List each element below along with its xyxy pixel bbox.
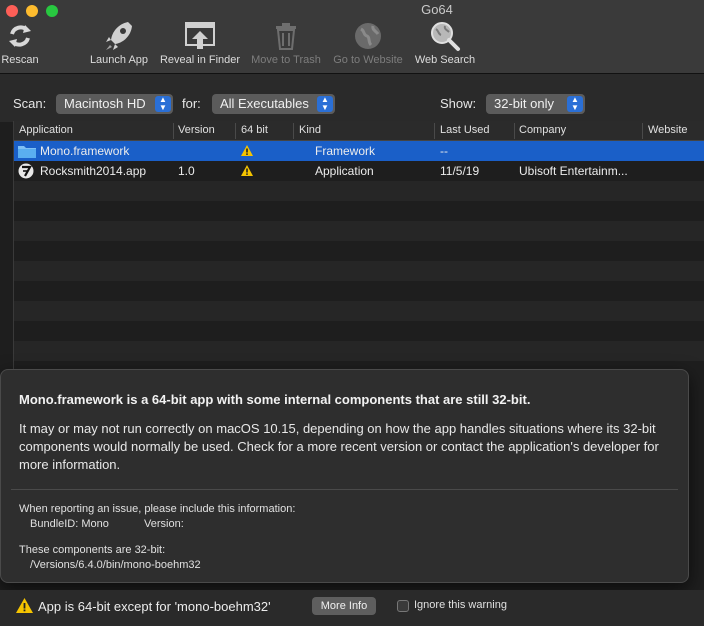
results-table: Application Version 64 bit Kind Last Use…: [13, 121, 704, 381]
warning-icon: [241, 165, 253, 176]
empty-row: [14, 301, 704, 321]
status-message: App is 64-bit except for 'mono-boehm32': [38, 599, 271, 614]
table-row[interactable]: Rocksmith2014.app 1.0 Application 11/5/1…: [14, 161, 704, 181]
scan-label: Scan:: [13, 96, 47, 111]
app-kind: Framework: [315, 144, 376, 158]
report-heading: When reporting an issue, please include …: [19, 503, 296, 515]
column-header-kind[interactable]: Kind: [299, 124, 321, 136]
components-heading: These components are 32-bit:: [19, 544, 166, 556]
move-to-trash-label: Move to Trash: [251, 54, 321, 66]
column-header-application[interactable]: Application: [19, 124, 73, 136]
show-filter-select[interactable]: 32-bit only ▲ ▼: [486, 94, 585, 114]
app-kind: Application: [315, 164, 374, 178]
column-header-company[interactable]: Company: [519, 124, 566, 136]
reveal-in-finder-button[interactable]: Reveal in Finder: [158, 20, 242, 66]
app-version: 1.0: [178, 164, 195, 178]
empty-row: [14, 221, 704, 241]
column-header-64bit[interactable]: 64 bit: [241, 124, 268, 136]
empty-row: [14, 201, 704, 221]
rescan-label: Rescan: [1, 54, 39, 66]
rocksmith-app-icon: [18, 163, 34, 179]
component-path: /Versions/6.4.0/bin/mono-boehm32: [30, 559, 201, 571]
show-filter-value: 32-bit only: [494, 96, 554, 111]
trash-icon: [266, 20, 306, 52]
scan-options-bar: Scan: Macintosh HD ▲ ▼ for: All Executabl…: [0, 74, 704, 122]
table-body: Mono.framework Framework -- Rocksmith201…: [14, 141, 704, 381]
empty-row: [14, 241, 704, 261]
empty-row: [14, 281, 704, 301]
web-search-label: Web Search: [414, 54, 476, 66]
popover-divider: [11, 489, 678, 490]
reveal-finder-icon: [180, 20, 220, 52]
window-toolbar: Go64 Rescan Launch App Reveal in Finder …: [0, 0, 704, 74]
app-company: Ubisoft Entertainm...: [519, 164, 628, 178]
chevron-updown-icon: ▲ ▼: [567, 96, 583, 112]
chevron-updown-icon: ▲ ▼: [317, 96, 333, 112]
scan-volume-select[interactable]: Macintosh HD ▲ ▼: [56, 94, 173, 114]
empty-row: [14, 341, 704, 361]
table-header: Application Version 64 bit Kind Last Use…: [14, 121, 704, 141]
window-title: Go64: [421, 2, 453, 17]
launch-app-label: Launch App: [89, 54, 149, 66]
launch-app-button[interactable]: Launch App: [86, 20, 152, 66]
executable-type-value: All Executables: [220, 96, 309, 111]
reveal-in-finder-label: Reveal in Finder: [159, 54, 241, 66]
refresh-icon: [0, 20, 40, 52]
table-row[interactable]: Mono.framework Framework --: [14, 141, 704, 161]
ignore-warning-checkbox[interactable]: [397, 600, 409, 612]
bundle-id: BundleID: Mono: [30, 518, 109, 530]
column-header-website[interactable]: Website: [648, 124, 688, 136]
app-name: Rocksmith2014.app: [40, 164, 147, 178]
warning-icon: [241, 145, 253, 156]
globe-icon: [348, 20, 388, 52]
rocket-icon: [99, 20, 139, 52]
magnifier-globe-icon: [425, 20, 465, 52]
chevron-updown-icon: ▲ ▼: [155, 96, 171, 112]
popover-title: Mono.framework is a 64-bit app with some…: [19, 392, 531, 407]
popover-description: It may or may not run correctly on macOS…: [19, 421, 659, 472]
empty-row: [14, 181, 704, 201]
go-to-website-label: Go to Website: [333, 54, 403, 66]
rescan-button[interactable]: Rescan: [0, 20, 40, 66]
folder-icon: [18, 146, 36, 158]
version-label: Version:: [144, 518, 184, 530]
column-header-version[interactable]: Version: [178, 124, 215, 136]
app-last-used: 11/5/19: [440, 164, 480, 178]
web-search-button[interactable]: Web Search: [412, 20, 478, 66]
move-to-trash-button[interactable]: Move to Trash: [248, 20, 324, 66]
app-name: Mono.framework: [40, 144, 130, 158]
for-label: for:: [182, 96, 201, 111]
empty-row: [14, 321, 704, 341]
empty-row: [14, 261, 704, 281]
executable-type-select[interactable]: All Executables ▲ ▼: [212, 94, 335, 114]
column-header-last-used[interactable]: Last Used: [440, 124, 490, 136]
info-popover: Mono.framework is a 64-bit app with some…: [0, 369, 689, 583]
go-to-website-button[interactable]: Go to Website: [330, 20, 406, 66]
show-label: Show:: [440, 96, 477, 111]
status-bar: App is 64-bit except for 'mono-boehm32' …: [0, 590, 704, 626]
app-last-used: --: [440, 144, 448, 158]
more-info-button[interactable]: More Info: [312, 597, 376, 615]
ignore-warning-label[interactable]: Ignore this warning: [414, 599, 507, 611]
scan-volume-value: Macintosh HD: [64, 96, 146, 111]
warning-icon: [16, 598, 33, 613]
